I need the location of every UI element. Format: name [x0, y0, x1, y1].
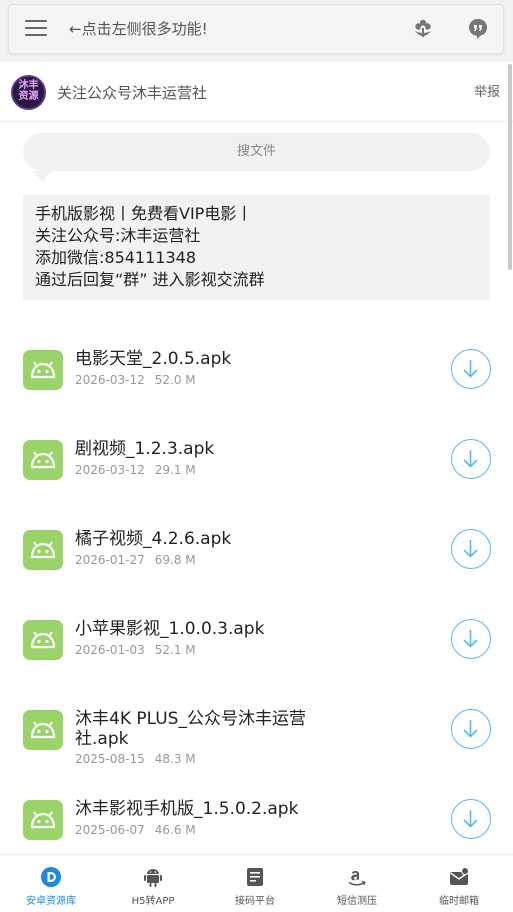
android-app-icon: [23, 620, 63, 660]
file-name: 沐丰4K PLUS_公众号沐丰运营社.apk: [75, 709, 306, 749]
nav-label: 接码平台: [235, 896, 275, 907]
file-size: 52.0 M: [154, 373, 196, 387]
topbar-container: ←点击左侧很多功能!: [0, 0, 513, 62]
report-link[interactable]: 举报: [474, 81, 500, 100]
file-name: 电影天堂_2.0.5.apk: [75, 349, 232, 369]
nav-label: H5转APP: [131, 896, 175, 907]
file-item[interactable]: 橘子视频_4.2.6.apk 2026-01-27 69.8 M: [0, 505, 513, 595]
android-icon: [142, 866, 164, 888]
file-name: 橘子视频_4.2.6.apk: [75, 529, 232, 549]
file-item[interactable]: 小苹果影视_1.0.0.3.apk 2026-01-03 52.1 M: [0, 595, 513, 685]
download-icon[interactable]: [451, 439, 491, 479]
search-input[interactable]: 搜文件: [23, 133, 490, 171]
flower-icon[interactable]: [412, 17, 434, 41]
amazon-icon: [346, 866, 368, 888]
header-title: 关注公众号沐丰运营社: [57, 84, 208, 102]
file-meta: 2025-08-15 48.3 M: [75, 752, 196, 766]
file-meta: 2026-03-12 52.0 M: [75, 373, 196, 387]
document-icon: [244, 866, 266, 888]
scrollbar[interactable]: [508, 64, 512, 270]
file-date: 2026-03-12: [75, 463, 145, 477]
topbar-hint: ←点击左侧很多功能!: [69, 20, 208, 38]
file-item[interactable]: 电影天堂_2.0.5.apk 2026-03-12 52.0 M: [0, 325, 513, 415]
file-date: 2026-03-12: [75, 373, 145, 387]
file-item[interactable]: 沐丰4K PLUS_公众号沐丰运营社.apk 2025-08-15 48.3 M: [0, 685, 513, 775]
download-icon[interactable]: [451, 799, 491, 839]
download-icon[interactable]: [451, 619, 491, 659]
file-size: 29.1 M: [154, 463, 196, 477]
file-item[interactable]: 沐丰影视手机版_1.5.0.2.apk 2025-06-07 46.6 M: [0, 775, 513, 865]
nav-label: 安卓资源库: [26, 896, 76, 907]
file-size: 69.8 M: [154, 553, 196, 567]
app-root: ←点击左侧很多功能! 沐丰 资源 关注公众号沐丰运营社 举报 搜文件 手机版影视…: [0, 0, 513, 912]
android-app-icon: [23, 440, 63, 480]
notice-line: 添加微信:854111348: [35, 248, 197, 267]
nav-tab-sms-code[interactable]: 接码平台: [204, 855, 306, 912]
topbar: ←点击左侧很多功能!: [8, 4, 504, 54]
file-date: 2026-01-03: [75, 643, 145, 657]
file-date: 2025-08-15: [75, 752, 145, 766]
file-meta: 2025-06-07 46.6 M: [75, 823, 196, 837]
nav-tab-temp-mail[interactable]: 临时邮箱: [408, 855, 510, 912]
download-icon[interactable]: [451, 709, 491, 749]
nav-tab-sms-test[interactable]: 短信测压: [306, 855, 408, 912]
android-app-icon: [23, 530, 63, 570]
file-name: 沐丰影视手机版_1.5.0.2.apk: [75, 799, 299, 819]
android-app-icon: [23, 800, 63, 840]
file-size: 46.6 M: [154, 823, 196, 837]
d-logo-icon: [40, 866, 62, 888]
notice-line: 手机版影视丨免费看VIP电影丨: [35, 204, 253, 223]
file-meta: 2026-03-12 29.1 M: [75, 463, 196, 477]
notice-box: 手机版影视丨免费看VIP电影丨 关注公众号:沐丰运营社 添加微信:8541113…: [23, 195, 490, 300]
file-name: 小苹果影视_1.0.0.3.apk: [75, 619, 265, 639]
nav-tab-h5-to-app[interactable]: H5转APP: [102, 855, 204, 912]
file-date: 2025-06-07: [75, 823, 145, 837]
file-meta: 2026-01-27 69.8 M: [75, 553, 196, 567]
download-icon[interactable]: [451, 349, 491, 389]
page-header: 沐丰 资源 关注公众号沐丰运营社 举报: [0, 62, 513, 122]
search-caret: [32, 171, 52, 181]
quote-bubble-icon[interactable]: [467, 17, 489, 41]
avatar[interactable]: 沐丰 资源: [11, 75, 46, 110]
file-name: 剧视频_1.2.3.apk: [75, 439, 215, 459]
file-size: 48.3 M: [154, 752, 196, 766]
avatar-text-line2: 资源: [18, 91, 39, 102]
download-icon[interactable]: [451, 529, 491, 569]
hamburger-icon[interactable]: [25, 20, 47, 38]
bottom-nav: 安卓资源库 H5转APP 接码平台 短信测压 临时邮箱: [0, 854, 513, 912]
android-app-icon: [23, 350, 63, 390]
android-app-icon: [23, 710, 63, 750]
nav-label: 短信测压: [337, 896, 377, 907]
file-meta: 2026-01-03 52.1 M: [75, 643, 196, 657]
mail-icon: [448, 866, 470, 888]
notice-line: 关注公众号:沐丰运营社: [35, 226, 201, 245]
avatar-text-line1: 沐丰: [18, 80, 39, 91]
file-size: 52.1 M: [154, 643, 196, 657]
nav-label: 临时邮箱: [439, 896, 479, 907]
file-item[interactable]: 剧视频_1.2.3.apk 2026-03-12 29.1 M: [0, 415, 513, 505]
notice-line: 通过后回复“群” 进入影视交流群: [35, 270, 265, 289]
file-date: 2026-01-27: [75, 553, 145, 567]
nav-tab-android-library[interactable]: 安卓资源库: [0, 855, 102, 912]
